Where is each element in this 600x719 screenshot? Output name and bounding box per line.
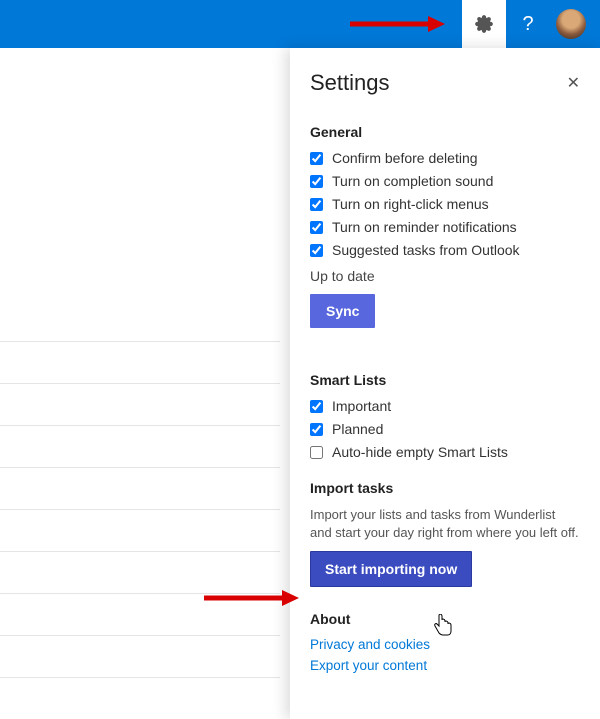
background-list — [0, 48, 280, 719]
import-heading: Import tasks — [310, 480, 580, 496]
option-auto-hide[interactable]: Auto-hide empty Smart Lists — [310, 444, 580, 460]
panel-title: Settings — [310, 70, 390, 96]
start-importing-button[interactable]: Start importing now — [310, 551, 472, 587]
option-label: Important — [332, 398, 391, 414]
help-icon: ? — [522, 13, 533, 36]
close-button[interactable]: ✕ — [567, 73, 580, 93]
settings-panel: Settings ✕ General Confirm before deleti… — [290, 48, 600, 719]
option-label: Planned — [332, 421, 383, 437]
avatar[interactable] — [556, 9, 586, 39]
checkbox[interactable] — [310, 423, 323, 436]
checkbox[interactable] — [310, 221, 323, 234]
general-section: General Confirm before deleting Turn on … — [310, 124, 580, 352]
option-completion-sound[interactable]: Turn on completion sound — [310, 173, 580, 189]
checkbox[interactable] — [310, 446, 323, 459]
close-icon: ✕ — [567, 75, 580, 92]
help-button[interactable]: ? — [506, 0, 550, 48]
option-planned[interactable]: Planned — [310, 421, 580, 437]
smart-lists-heading: Smart Lists — [310, 372, 580, 388]
link-privacy[interactable]: Privacy and cookies — [310, 637, 580, 652]
gear-icon — [475, 15, 493, 33]
sync-status: Up to date — [310, 268, 580, 284]
import-description: Import your lists and tasks from Wunderl… — [310, 506, 580, 541]
option-confirm-delete[interactable]: Confirm before deleting — [310, 150, 580, 166]
link-export[interactable]: Export your content — [310, 658, 580, 673]
option-label: Suggested tasks from Outlook — [332, 242, 520, 258]
about-heading: About — [310, 611, 580, 627]
checkbox[interactable] — [310, 198, 323, 211]
option-important[interactable]: Important — [310, 398, 580, 414]
checkbox[interactable] — [310, 400, 323, 413]
option-suggested-tasks[interactable]: Suggested tasks from Outlook — [310, 242, 580, 258]
about-section: About Privacy and cookies Export your co… — [310, 611, 580, 673]
option-label: Turn on right-click menus — [332, 196, 489, 212]
checkbox[interactable] — [310, 175, 323, 188]
option-label: Confirm before deleting — [332, 150, 478, 166]
settings-button[interactable] — [462, 0, 506, 48]
general-heading: General — [310, 124, 580, 140]
option-right-click-menus[interactable]: Turn on right-click menus — [310, 196, 580, 212]
app-header: ? — [0, 0, 600, 48]
option-label: Turn on reminder notifications — [332, 219, 517, 235]
smart-lists-section: Smart Lists Important Planned Auto-hide … — [310, 372, 580, 460]
checkbox[interactable] — [310, 244, 323, 257]
option-label: Turn on completion sound — [332, 173, 493, 189]
option-label: Auto-hide empty Smart Lists — [332, 444, 508, 460]
sync-button[interactable]: Sync — [310, 294, 375, 328]
import-section: Import tasks Import your lists and tasks… — [310, 480, 580, 587]
option-reminder-notifications[interactable]: Turn on reminder notifications — [310, 219, 580, 235]
checkbox[interactable] — [310, 152, 323, 165]
